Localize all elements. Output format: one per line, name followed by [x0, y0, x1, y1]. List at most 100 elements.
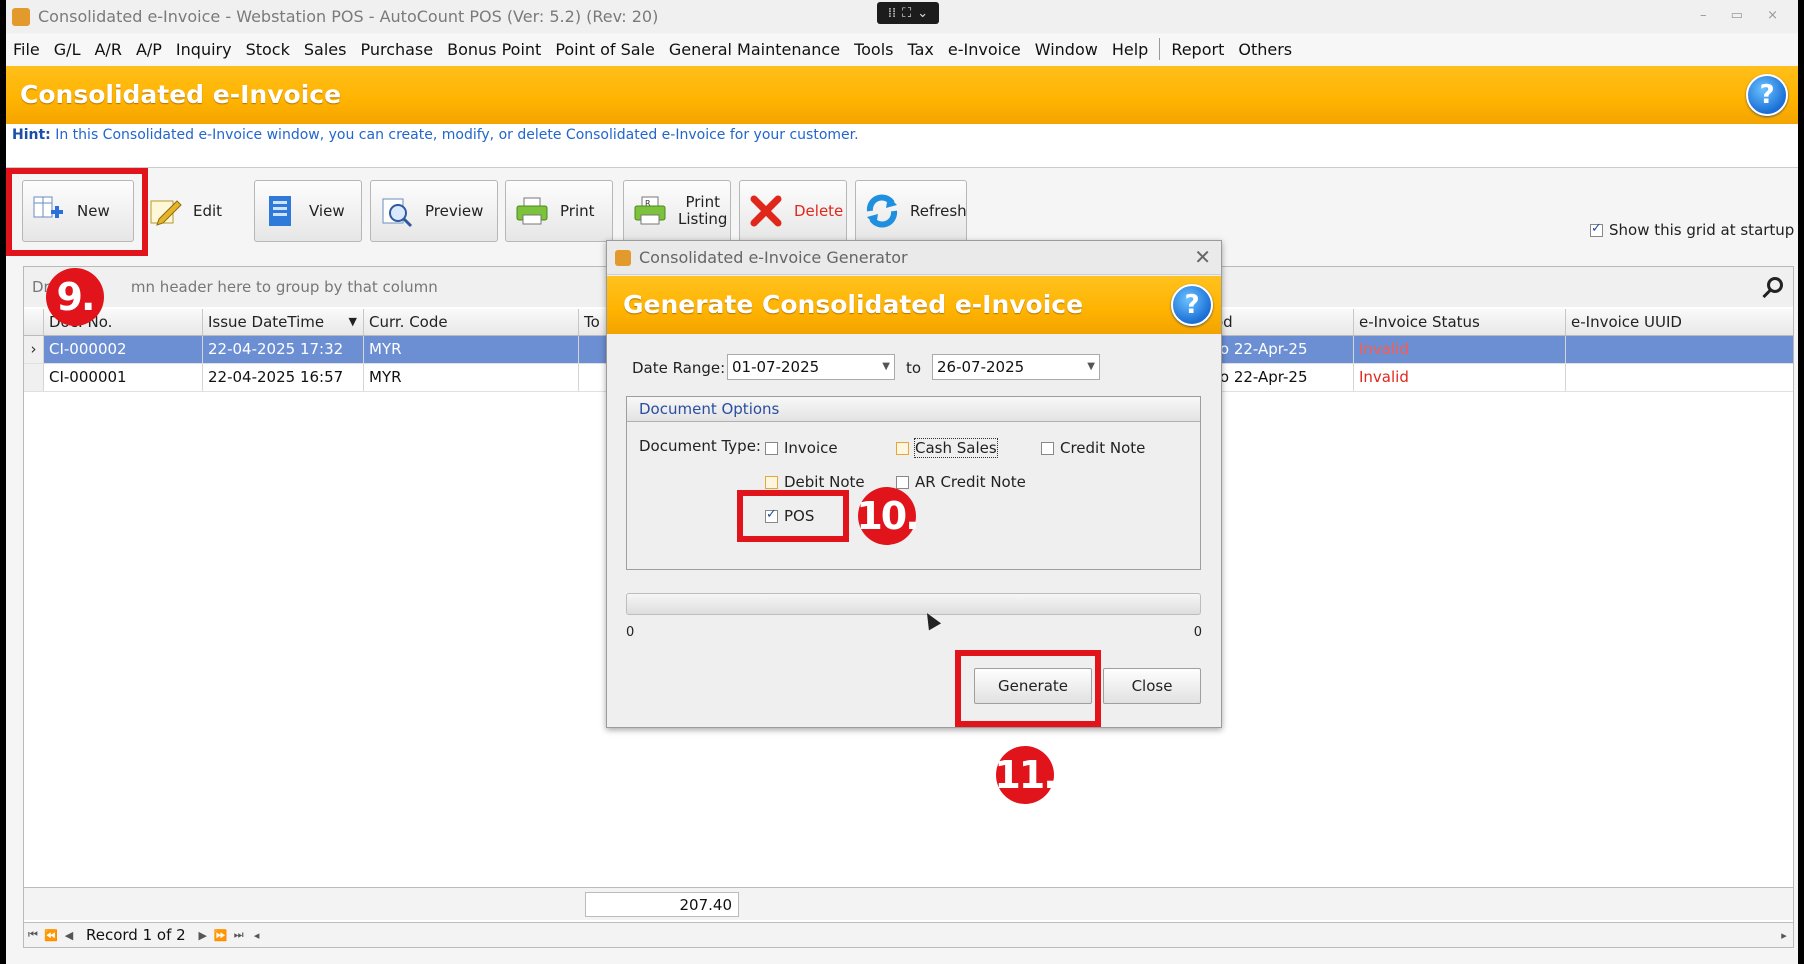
- cash-sales-checkbox[interactable]: Cash Sales: [896, 438, 998, 458]
- step11-highlight: [955, 650, 1101, 727]
- view-button[interactable]: View: [254, 180, 362, 242]
- scroll-left-icon[interactable]: ◂: [250, 929, 264, 942]
- total-amount: 207.40: [585, 892, 739, 917]
- menu-item-window[interactable]: Window: [1028, 40, 1105, 59]
- menu-item-purchase[interactable]: Purchase: [353, 40, 440, 59]
- menu-item-inquiry[interactable]: Inquiry: [169, 40, 239, 59]
- next-record-icon[interactable]: ▶: [196, 929, 210, 942]
- dropdown-arrow-icon[interactable]: ▼: [882, 355, 890, 379]
- cell-einvoice-uuid: [1566, 336, 1793, 363]
- print-listing-label-line1: Print: [685, 193, 720, 211]
- menu-item-sales[interactable]: Sales: [297, 40, 354, 59]
- last-record-icon[interactable]: ⏭: [232, 928, 246, 942]
- screen-capture-widget[interactable]: ⁞⁞ ⛶ ⌄: [877, 2, 939, 24]
- refresh-label: Refresh: [910, 202, 967, 220]
- menu-item-a-r[interactable]: A/R: [87, 40, 128, 59]
- invoice-checkbox[interactable]: Invoice: [765, 439, 838, 457]
- hint-bar: Hint: In this Consolidated e-Invoice win…: [6, 124, 1798, 168]
- menu-item-tools[interactable]: Tools: [847, 40, 900, 59]
- scroll-right-icon[interactable]: ▸: [1777, 929, 1791, 942]
- cell-curr-code: MYR: [364, 364, 579, 391]
- checkbox-icon: [765, 441, 778, 455]
- date-to-label: to: [906, 359, 922, 377]
- date-from-value: 01-07-2025: [732, 358, 820, 376]
- prev-record-icon[interactable]: ◀: [62, 929, 76, 942]
- grid-footer: 207.40: [24, 887, 1793, 920]
- checkbox-icon: [1041, 441, 1054, 455]
- credit-note-label: Credit Note: [1060, 439, 1146, 457]
- column-einvoice-uuid[interactable]: e-Invoice UUID: [1566, 309, 1793, 335]
- menu-item-general-maintenance[interactable]: General Maintenance: [662, 40, 847, 59]
- chevron-down-icon: ⌄: [917, 5, 929, 21]
- print-listing-label-line2: Listing: [678, 210, 728, 228]
- prev-page-icon[interactable]: ⏪: [44, 929, 58, 942]
- preview-button[interactable]: Preview: [370, 180, 498, 242]
- column-issue-datetime[interactable]: Issue DateTime ▼: [203, 309, 364, 335]
- next-page-icon[interactable]: ⏩: [214, 929, 228, 942]
- close-icon[interactable]: ✕: [1194, 245, 1211, 269]
- menu-item-file[interactable]: File: [6, 40, 47, 59]
- view-label: View: [309, 202, 345, 220]
- app-window: Consolidated e-Invoice - Webstation POS …: [6, 0, 1798, 964]
- credit-note-checkbox[interactable]: Credit Note: [1041, 439, 1145, 457]
- debit-note-label: Debit Note: [784, 473, 865, 491]
- refresh-icon: [866, 194, 898, 228]
- cell-doc-no: CI-000002: [44, 336, 203, 363]
- show-grid-startup-label: Show this grid at startup: [1609, 221, 1795, 239]
- menu-item-bonus-point[interactable]: Bonus Point: [440, 40, 548, 59]
- menu-item-g-l[interactable]: G/L: [47, 40, 88, 59]
- checkbox-icon: [765, 475, 778, 489]
- menu-item-help[interactable]: Help: [1105, 40, 1155, 59]
- cell-issue-datetime: 22-04-2025 16:57: [203, 364, 364, 391]
- menu-item-others[interactable]: Others: [1231, 40, 1299, 59]
- menu-item-e-invoice[interactable]: e-Invoice: [941, 40, 1028, 59]
- print-button[interactable]: Print: [505, 180, 613, 242]
- column-curr-code[interactable]: Curr. Code: [364, 309, 579, 335]
- menu-item-a-p[interactable]: A/P: [129, 40, 169, 59]
- help-icon[interactable]: ?: [1746, 74, 1788, 116]
- search-icon[interactable]: [1767, 277, 1783, 293]
- column-einvoice-status[interactable]: e-Invoice Status: [1354, 309, 1566, 335]
- menu-item-stock[interactable]: Stock: [239, 40, 297, 59]
- ar-credit-note-checkbox[interactable]: AR Credit Note: [896, 473, 1026, 491]
- capture-icon: ⛶: [902, 5, 912, 21]
- delete-icon: [750, 195, 782, 227]
- print-listing-button[interactable]: R Print Listing: [623, 180, 731, 242]
- debit-note-checkbox[interactable]: Debit Note: [765, 473, 865, 491]
- sort-arrow-icon[interactable]: ▼: [349, 309, 357, 335]
- dialog-header: Generate Consolidated e-Invoice ?: [607, 276, 1221, 334]
- menu-separator: [1159, 38, 1161, 60]
- cell-period: to 22-Apr-25: [1209, 364, 1354, 391]
- document-options-group: Document Options Document Type: Invoice …: [626, 396, 1201, 570]
- print-listing-icon: R: [634, 196, 666, 225]
- column-period[interactable]: od: [1209, 309, 1354, 335]
- first-record-icon[interactable]: ⏮: [26, 928, 40, 942]
- page-header: Consolidated e-Invoice ?: [6, 66, 1798, 124]
- checkbox-icon: [896, 441, 909, 455]
- cell-einvoice-status: Invalid: [1354, 364, 1566, 391]
- menu-item-point-of-sale[interactable]: Point of Sale: [548, 40, 662, 59]
- cell-doc-no: CI-000001: [44, 364, 203, 391]
- row-indicator-icon: ›: [24, 336, 44, 363]
- help-icon[interactable]: ?: [1171, 284, 1213, 326]
- row-indicator: [24, 364, 44, 391]
- close-button[interactable]: Close: [1103, 668, 1201, 704]
- edit-button[interactable]: Edit: [138, 180, 250, 242]
- step10-badge: 10.: [856, 487, 920, 545]
- menu-item-tax[interactable]: Tax: [901, 40, 941, 59]
- menu-item-report[interactable]: Report: [1164, 40, 1231, 59]
- row-indicator-header: [24, 309, 44, 335]
- checkbox-icon: [896, 475, 909, 489]
- refresh-button[interactable]: Refresh: [855, 180, 967, 242]
- date-from-field[interactable]: 01-07-2025 ▼: [727, 354, 895, 380]
- show-grid-startup-checkbox[interactable]: Show this grid at startup: [1590, 221, 1794, 239]
- delete-label: Delete: [794, 202, 844, 220]
- checkbox-icon: [1590, 221, 1603, 237]
- page-title: Consolidated e-Invoice: [20, 80, 342, 109]
- step11-badge: 11.: [994, 746, 1058, 804]
- window-controls[interactable]: – ▭ ×: [1700, 8, 1788, 23]
- date-to-field[interactable]: 26-07-2025 ▼: [932, 354, 1100, 380]
- dropdown-arrow-icon[interactable]: ▼: [1087, 355, 1095, 379]
- delete-button[interactable]: Delete: [739, 180, 847, 242]
- ar-credit-note-label: AR Credit Note: [915, 473, 1026, 491]
